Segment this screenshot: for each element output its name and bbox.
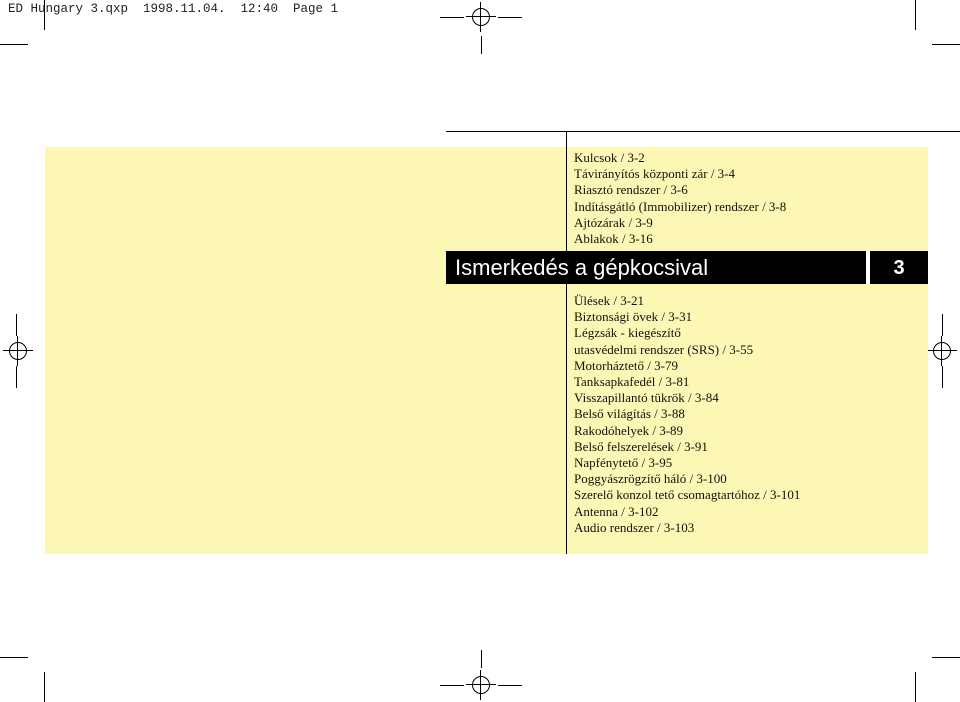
toc-item: Belső világítás / 3-88 [574,406,685,422]
crop-mark [16,366,17,388]
crop-mark [915,0,916,30]
toc-list-top: Kulcsok / 3-2 Távirányítós központi zár … [574,150,786,247]
registration-mark-left [3,336,33,366]
crop-mark [44,0,45,30]
toc-item: Távirányítós központi zár / 3-4 [574,166,736,182]
toc-item: Szerelő konzol tető csomagtartóhoz / 3-1… [574,487,801,503]
top-rule [446,131,960,132]
page-panel-left-mid [45,251,446,284]
crop-mark [942,314,943,336]
toc-item: Motorháztető / 3-79 [574,357,678,373]
crop-mark [932,44,960,45]
toc-item: Riasztó rendszer / 3-6 [574,182,688,198]
crop-mark [481,36,482,54]
toc-item: Tanksapkafedél / 3-81 [574,374,690,390]
print-slug: ED Hungary 3.qxp 1998.11.04. 12:40 Page … [8,2,339,16]
toc-item: Visszapillantó tükrök / 3-84 [574,390,719,406]
registration-mark-right [927,336,957,366]
toc-item: Poggyászrögzítő háló / 3-100 [574,471,727,487]
toc-item: Audio rendszer / 3-103 [574,519,695,535]
toc-item: Napfénytető / 3-95 [574,455,673,471]
crop-mark [0,44,28,45]
crop-mark [498,17,522,18]
page-panel-top [45,147,928,251]
crop-mark [440,17,464,18]
toc-item: Belső felszerelések / 3-91 [574,438,708,454]
registration-mark-top [466,2,496,32]
toc-item: Kulcsok / 3-2 [574,150,645,165]
column-divider [566,131,567,251]
crop-mark [942,366,943,388]
toc-item: utasvédelmi rendszer (SRS) / 3-55 [574,341,754,357]
toc-item: Biztonsági övek / 3-31 [574,309,693,325]
toc-item: Rakodóhelyek / 3-89 [574,422,684,438]
toc-item: Ülések / 3-21 [574,293,645,308]
toc-item: Ajtózárak / 3-9 [574,214,653,230]
toc-item: Ablakok / 3-16 [574,231,653,247]
toc-item: Antenna / 3-102 [574,503,659,519]
crop-mark [16,314,17,336]
crop-mark [0,657,28,658]
crop-mark [481,650,482,668]
registration-mark-bottom [466,670,496,700]
crop-mark [440,685,464,686]
chapter-number: 3 [870,251,928,284]
toc-list-bottom: Ülések / 3-21 Biztonsági övek / 3-31 Lég… [574,293,800,536]
crop-mark [932,657,960,658]
crop-mark [498,685,522,686]
crop-mark [915,672,916,702]
column-divider [566,284,567,554]
toc-item: Légzsák - kiegészítő [574,325,681,341]
crop-mark [44,672,45,702]
chapter-title: Ismerkedés a gépkocsival [446,251,866,284]
toc-item: Indításgátló (Immobilizer) rendszer / 3-… [574,198,787,214]
